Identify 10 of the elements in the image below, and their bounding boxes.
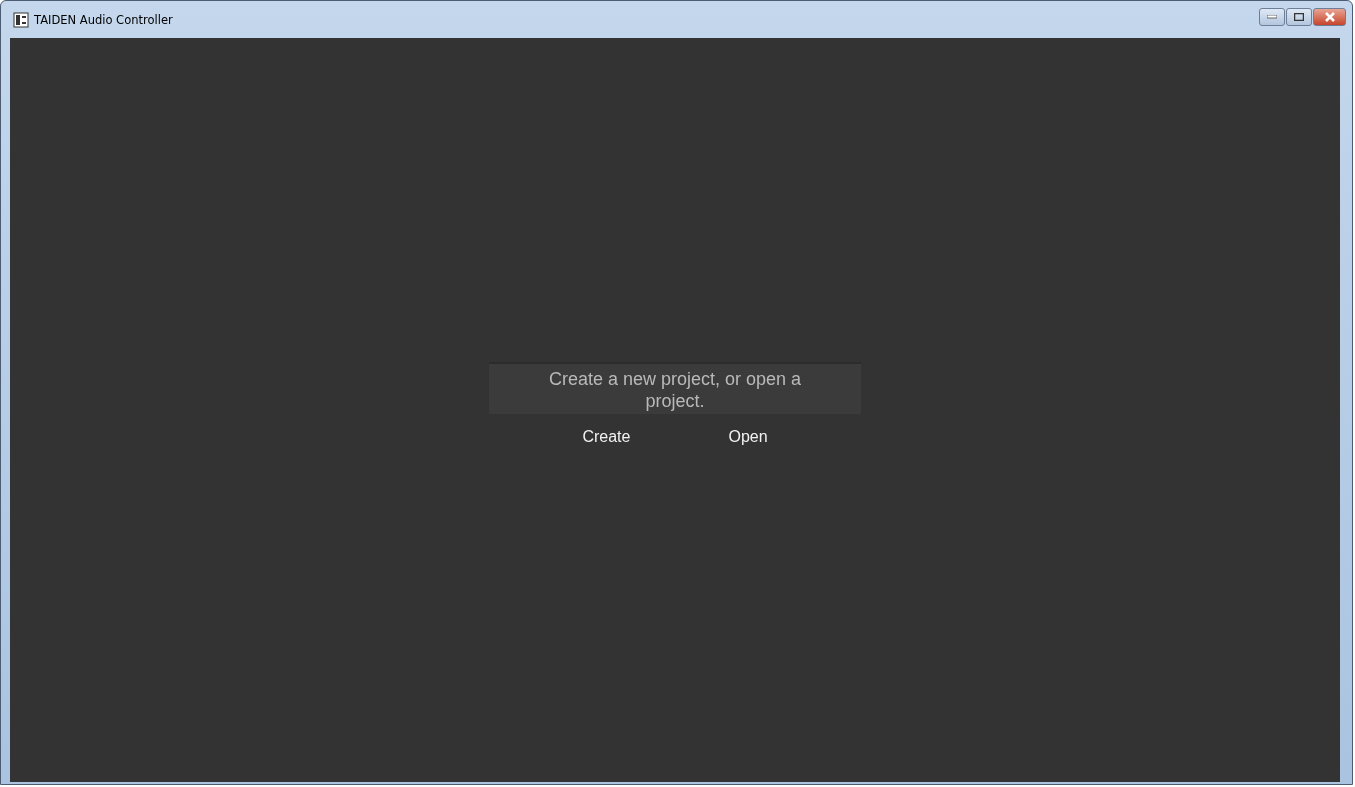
maximize-button[interactable] <box>1286 7 1312 26</box>
open-button[interactable]: Open <box>708 426 788 448</box>
minimize-icon <box>1267 14 1277 19</box>
maximize-icon <box>1294 12 1304 21</box>
window-title: TAIDEN Audio Controller <box>34 12 173 27</box>
app-icon <box>13 11 29 28</box>
close-icon <box>1323 11 1336 22</box>
close-button[interactable] <box>1313 7 1346 26</box>
prompt-message: Create a new project, or open a project. <box>489 362 861 414</box>
create-button[interactable]: Create <box>562 426 651 448</box>
